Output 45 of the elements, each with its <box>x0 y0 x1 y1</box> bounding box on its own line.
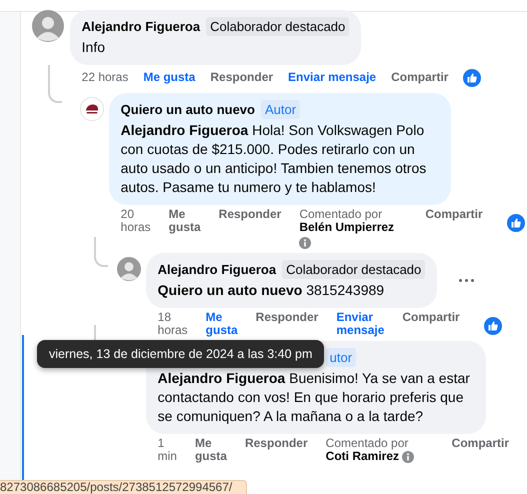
byline-name[interactable]: Coti Ramirez <box>326 450 400 463</box>
comment-text: Alejandro Figueroa Hola! Son Volkswagen Polo con cuotas de $215.000. Podes retirarlo con un auto usado o un anticipo! Tambien tenemos otros autos. Pasame tu numero y te hablamos! <box>120 121 428 197</box>
action-link[interactable]: Responder <box>218 208 282 221</box>
author-name[interactable]: Quiero un auto nuevo <box>120 102 255 117</box>
role-badge: Colaborador destacado <box>206 17 350 36</box>
action-link[interactable]: Compartir <box>391 71 448 84</box>
car-logo-icon[interactable] <box>80 97 104 121</box>
action-link[interactable]: Compartir <box>402 311 460 324</box>
byline-name[interactable]: Belén Umpierrez <box>299 221 394 234</box>
like-link[interactable]: Me gusta <box>194 437 227 463</box>
comment-text: Alejandro Figueroa Buenisimo! Ya se van a estar contactando con vos! En que horario preferis que se comuniquen? A la mañana o a la tarde? <box>158 369 471 426</box>
timestamp-link[interactable]: 20 horas <box>120 208 151 234</box>
avatar-icon[interactable] <box>32 10 64 42</box>
comment-text: Info <box>82 38 106 57</box>
info-icon[interactable] <box>299 237 312 249</box>
action-link[interactable]: Compartir <box>425 208 483 221</box>
avatar-icon[interactable] <box>116 257 141 281</box>
thread-line <box>48 65 62 103</box>
send-message-link[interactable]: Enviar mensaje <box>336 311 384 337</box>
thread-line <box>94 237 108 267</box>
byline-label: Comentado por <box>299 208 384 221</box>
action-link[interactable]: Responder <box>210 71 274 84</box>
timestamp-link[interactable]: 18 horas <box>158 311 188 337</box>
thumbs-up-icon[interactable] <box>506 214 525 232</box>
comment-text: Quiero un auto nuevo 3815243989 <box>158 281 386 300</box>
action-link[interactable]: Responder <box>244 437 308 450</box>
timestamp-link[interactable]: 1 min <box>158 437 177 463</box>
date-tooltip: viernes, 13 de diciembre de 2024 a las 3:40 pm <box>37 340 324 368</box>
action-link[interactable]: Responder <box>256 311 318 324</box>
byline-label: Comentado por <box>326 437 410 450</box>
role-badge: Colaborador destacado <box>282 260 426 279</box>
timestamp-link[interactable]: 22 horas <box>82 71 128 84</box>
action-link[interactable]: Compartir <box>452 437 509 450</box>
status-bar-url: 8273086685205/posts/2738512572994567/ <box>0 480 248 494</box>
role-badge: utor <box>326 348 356 367</box>
role-badge: Autor <box>260 100 300 119</box>
like-link[interactable]: Me gusta <box>143 71 196 84</box>
like-link[interactable]: Me gusta <box>206 311 238 337</box>
author-name[interactable]: Alejandro Figueroa <box>82 19 200 34</box>
send-message-link[interactable]: Enviar mensaje <box>288 71 376 84</box>
info-icon[interactable] <box>402 450 414 462</box>
like-link[interactable]: Me gusta <box>168 208 201 234</box>
thumbs-up-icon[interactable] <box>484 317 502 335</box>
author-name[interactable]: Alejandro Figueroa <box>158 262 276 277</box>
thumbs-up-icon[interactable] <box>463 69 482 87</box>
